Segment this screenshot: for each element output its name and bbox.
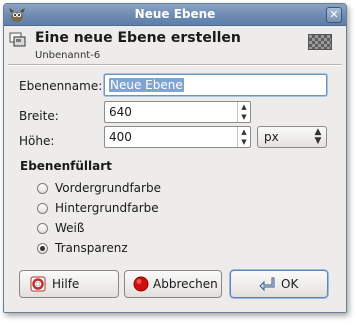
radio-button-icon[interactable] xyxy=(37,203,48,214)
width-value: 640 xyxy=(109,105,132,119)
close-icon: ✕ xyxy=(329,8,339,21)
width-spin-arrows[interactable]: ▲ ▼ xyxy=(237,102,250,122)
radio-label: Vordergrundfarbe xyxy=(55,181,161,195)
spin-up-icon[interactable]: ▲ xyxy=(238,102,250,112)
help-lifebuoy-icon xyxy=(30,276,46,292)
width-label: Breite: xyxy=(19,109,59,123)
spin-up-icon[interactable]: ▲ xyxy=(238,127,250,137)
dropdown-arrow-icon: ▲ ▼ xyxy=(314,127,322,146)
dialog-heading: Eine neue Ebene erstellen xyxy=(35,30,241,46)
radio-button-icon[interactable] xyxy=(37,223,48,234)
window-title: Neue Ebene xyxy=(134,7,216,21)
unit-value: px xyxy=(264,130,279,144)
help-label: Hilfe xyxy=(52,277,80,291)
fill-type-heading: Ebenenfüllart xyxy=(20,159,112,173)
help-button[interactable]: Hilfe xyxy=(19,270,119,298)
layer-name-label: Ebenenname: xyxy=(19,79,103,93)
spin-down-icon[interactable]: ▼ xyxy=(238,112,250,122)
height-label: Höhe: xyxy=(19,134,55,148)
title-bar[interactable]: Neue Ebene ✕ xyxy=(4,4,346,26)
radio-button-icon[interactable] xyxy=(37,183,48,194)
radio-label: Transparenz xyxy=(55,241,128,255)
height-spin-arrows[interactable]: ▲ ▼ xyxy=(237,127,250,147)
layer-name-value: Neue Ebene xyxy=(109,78,184,92)
unit-dropdown[interactable]: px ▲ ▼ xyxy=(257,126,327,148)
layer-name-input[interactable]: Neue Ebene xyxy=(104,74,327,96)
height-spinbutton[interactable]: 400 ▲ ▼ xyxy=(104,126,251,148)
transparency-preview xyxy=(308,34,332,50)
width-spinbutton[interactable]: 640 ▲ ▼ xyxy=(104,101,251,123)
radio-label: Hintergrundfarbe xyxy=(55,201,159,215)
dialog-window: Neue Ebene ✕ Eine neue Ebene erstellen U… xyxy=(3,3,347,313)
close-button[interactable]: ✕ xyxy=(326,7,342,23)
height-value: 400 xyxy=(109,130,132,144)
cancel-stop-icon xyxy=(133,276,149,292)
ok-label: OK xyxy=(281,277,299,291)
radio-button-checked-icon[interactable] xyxy=(37,243,48,254)
cancel-label: Abbrechen xyxy=(153,277,218,291)
enter-arrow-icon xyxy=(259,277,275,292)
cancel-button[interactable]: Abbrechen xyxy=(124,270,222,298)
spin-down-icon[interactable]: ▼ xyxy=(238,137,250,147)
header-separator xyxy=(8,64,342,66)
layer-icon xyxy=(9,32,26,47)
ok-button[interactable]: OK xyxy=(230,270,328,298)
dialog-header: Eine neue Ebene erstellen Unbenannt-6 xyxy=(4,26,346,64)
radio-label: Weiß xyxy=(55,221,85,235)
image-name: Unbenannt-6 xyxy=(35,50,101,61)
